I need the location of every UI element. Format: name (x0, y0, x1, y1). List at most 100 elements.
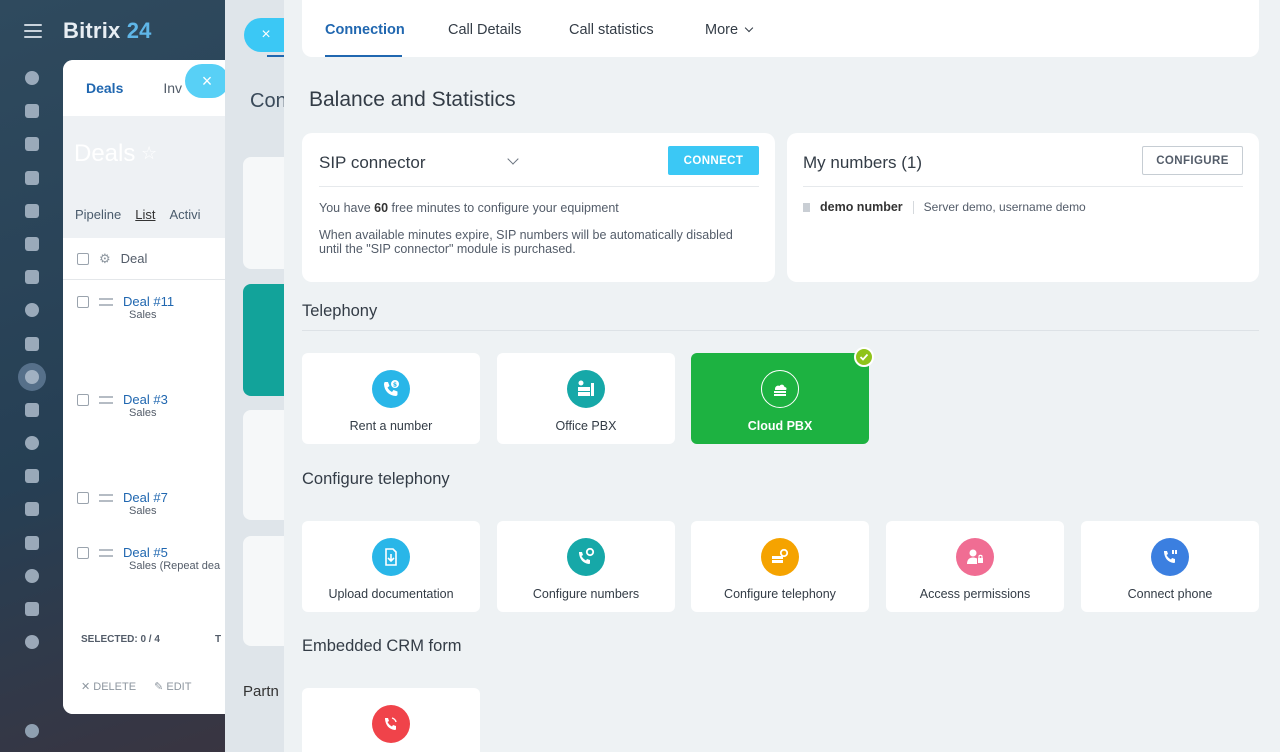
total-count: T (215, 634, 222, 645)
sip-connector-card: SIP connector CONNECT You have 60 free m… (302, 133, 775, 282)
select-all-checkbox[interactable] (77, 252, 89, 265)
configure-button[interactable]: CONFIGURE (1142, 146, 1243, 175)
drive-icon[interactable] (18, 230, 46, 258)
configure-numbers-tile[interactable]: Configure numbers (497, 521, 675, 612)
brand-logo: Bitrix 24 (63, 18, 152, 43)
tile-label: Connect phone (1127, 587, 1213, 601)
row-checkbox[interactable] (77, 295, 89, 308)
star-icon[interactable]: ☆ (141, 143, 157, 164)
row-checkbox[interactable] (77, 491, 89, 504)
robot-icon[interactable] (18, 562, 46, 590)
row-checkbox[interactable] (77, 546, 89, 559)
deal-link[interactable]: Deal #5 (123, 545, 168, 560)
nav-icon-list (18, 64, 46, 661)
tab-invoices[interactable]: Inv (163, 80, 182, 96)
drag-handle-icon[interactable] (99, 493, 113, 502)
middle-card (243, 536, 285, 646)
chat-icon[interactable] (18, 130, 46, 158)
gear-icon[interactable]: ⚙ (99, 251, 111, 267)
mail-icon[interactable] (18, 263, 46, 291)
bank-icon[interactable] (18, 396, 46, 424)
cloud-server-icon (761, 370, 799, 408)
subnav-pipeline[interactable]: Pipeline (75, 207, 121, 222)
feed-icon[interactable] (18, 64, 46, 92)
connect-button[interactable]: CONNECT (668, 146, 759, 175)
phone-gear-icon (567, 538, 605, 576)
upload-documentation-tile[interactable]: Upload documentation (302, 521, 480, 612)
number-row[interactable]: demo number Server demo, username demo (803, 200, 1086, 214)
tab-connection[interactable]: Connection (325, 22, 405, 38)
telephony-slider: Connection Call Details Call statistics … (284, 0, 1280, 752)
tile-label: Configure numbers (532, 587, 640, 601)
close-icon: × (261, 26, 271, 43)
edit-button[interactable]: ✎ EDIT (154, 680, 191, 693)
tile-label: Access permissions (919, 587, 1031, 601)
table-row[interactable]: Deal #5 Sales (Repeat dea (77, 545, 220, 572)
delete-button[interactable]: ✕ DELETE (81, 680, 136, 693)
subnav-list[interactable]: List (135, 207, 155, 222)
row-checkbox[interactable] (77, 393, 89, 406)
number-description: Server demo, username demo (923, 200, 1086, 214)
calendar-icon[interactable] (18, 164, 46, 192)
target-icon[interactable] (18, 429, 46, 457)
divider (319, 186, 759, 187)
contact-card-icon[interactable] (18, 529, 46, 557)
selected-count: SELECTED: 0 / 4 (81, 634, 160, 645)
crm-form-tile[interactable] (302, 688, 480, 752)
deal-link[interactable]: Deal #3 (123, 392, 168, 407)
drag-handle-icon[interactable] (99, 395, 113, 404)
deal-link[interactable]: Deal #11 (123, 294, 174, 309)
phone-dollar-icon: $ (372, 370, 410, 408)
chevron-down-icon[interactable] (507, 153, 519, 165)
divider (803, 186, 1243, 187)
sign-icon[interactable] (18, 495, 46, 523)
cloud-pbx-tile[interactable]: Cloud PBX (691, 353, 869, 444)
drag-handle-icon[interactable] (99, 297, 113, 306)
tasks-icon[interactable] (18, 97, 46, 125)
table-row[interactable]: Deal #11 Sales (77, 294, 174, 321)
menu-burger-icon[interactable] (24, 24, 42, 38)
access-permissions-tile[interactable]: Access permissions (886, 521, 1064, 612)
deals-title: Deals (74, 140, 136, 167)
middle-card (243, 157, 285, 269)
deal-stage: Sales (129, 407, 157, 419)
svg-text:$: $ (393, 382, 397, 389)
help-icon[interactable] (25, 724, 39, 738)
employees-icon[interactable] (18, 296, 46, 324)
left-menu (0, 0, 64, 752)
middle-card-teal (243, 284, 285, 396)
close-slider-button[interactable]: × (244, 18, 288, 52)
tab-call-details[interactable]: Call Details (448, 22, 521, 38)
sip-connector-title[interactable]: SIP connector (319, 153, 425, 173)
separator (912, 200, 914, 214)
office-pbx-tile[interactable]: Office PBX (497, 353, 675, 444)
expire-notice-line2: until the "SIP connector" module is purc… (319, 242, 576, 256)
table-row[interactable]: Deal #7 Sales (77, 490, 168, 517)
crm-funnel-icon[interactable] (18, 362, 46, 391)
telephony-section-title: Telephony (302, 302, 378, 320)
table-row[interactable]: Deal #3 Sales (77, 392, 168, 419)
middle-card (243, 410, 285, 520)
more-chevron-icon[interactable] (18, 628, 46, 656)
configure-telephony-tile[interactable]: Configure telephony (691, 521, 869, 612)
cart-icon[interactable] (18, 462, 46, 490)
docs-icon[interactable] (18, 197, 46, 225)
tab-more[interactable]: More (705, 22, 754, 38)
tile-label: Office PBX (555, 419, 617, 433)
pbx-server-icon (567, 370, 605, 408)
middle-bottom-title: Partn (243, 683, 279, 700)
subnav-activities[interactable]: Activi (170, 207, 201, 222)
tabs-bar: Connection Call Details Call statistics … (302, 0, 1259, 57)
tab-call-statistics[interactable]: Call statistics (569, 22, 654, 38)
deal-link[interactable]: Deal #7 (123, 490, 168, 505)
page-title: Balance and Statistics (309, 88, 516, 111)
rent-number-tile[interactable]: $ Rent a number (302, 353, 480, 444)
tab-deals[interactable]: Deals (86, 80, 123, 96)
box-icon[interactable] (18, 595, 46, 623)
free-minutes-text: You have 60 free minutes to configure yo… (319, 201, 619, 215)
connect-phone-tile[interactable]: Connect phone (1081, 521, 1259, 612)
section-divider (302, 330, 1259, 331)
drag-handle-icon[interactable] (99, 548, 113, 557)
checklist-icon[interactable] (18, 330, 46, 358)
close-icon[interactable]: × (185, 64, 229, 98)
